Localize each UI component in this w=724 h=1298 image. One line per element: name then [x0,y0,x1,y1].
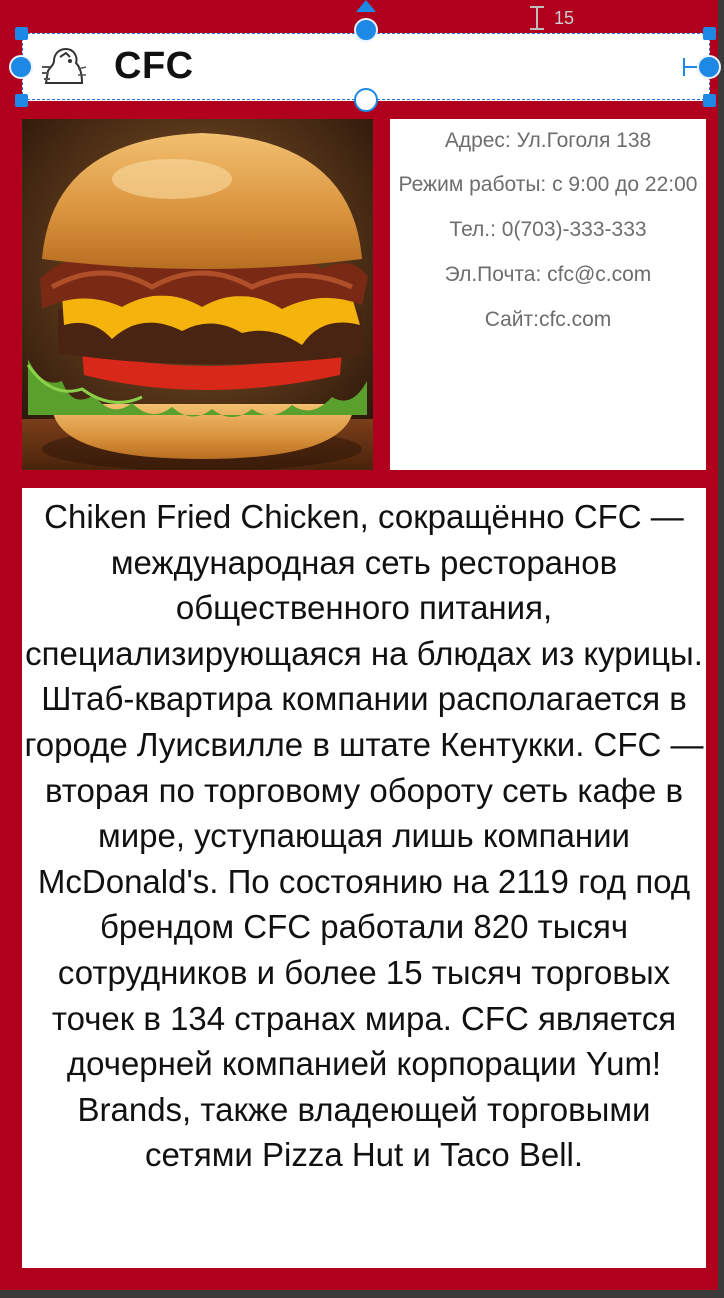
constraint-arrow-icon [356,0,376,12]
site-text: Сайт:cfc.com [484,308,612,331]
description-text: Chiken Fried Chicken, сокращённо CFC — м… [22,488,706,1268]
resize-handle-top-left[interactable] [15,27,28,40]
constraint-handle-bottom[interactable] [354,88,378,112]
editor-edge-right [718,0,724,1298]
constraint-handle-left[interactable] [9,55,33,79]
constraint-handle-right[interactable] [697,55,721,79]
resize-handle-bottom-right[interactable] [703,94,716,107]
resize-handle-top-right[interactable] [703,27,716,40]
phone-text: Тел.: 0(703)-333-333 [449,218,647,241]
email-text: Эл.Почта: cfc@c.com [444,263,652,286]
chicken-logo-icon [36,43,94,91]
brand-title: CFC [114,45,194,87]
resize-handle-bottom-left[interactable] [15,94,28,107]
margin-value: 15 [554,8,575,28]
contact-info-panel: Адрес: Ул.Гоголя 138 Режим работы: с 9:0… [390,119,706,470]
constraint-tick-icon [683,58,697,76]
hours-text: Режим работы: с 9:00 до 22:00 [398,173,698,196]
margin-indicator: 15 [528,6,588,30]
address-text: Адрес: Ул.Гоголя 138 [444,129,652,152]
burger-photo [22,119,373,470]
constraint-handle-top[interactable] [354,18,378,42]
editor-edge-bottom [0,1290,724,1298]
